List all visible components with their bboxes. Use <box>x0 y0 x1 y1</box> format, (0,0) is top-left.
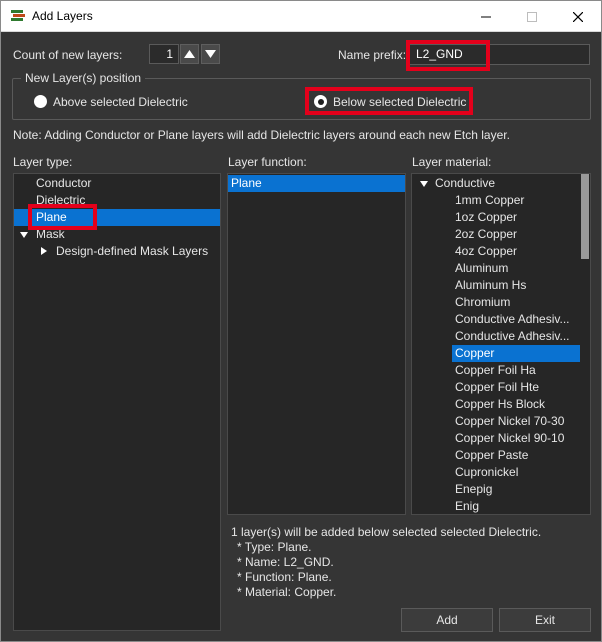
material-item[interactable]: 1oz Copper <box>452 209 580 226</box>
minimize-icon <box>481 16 491 17</box>
arrow-down-icon <box>205 50 216 58</box>
count-decrement-button[interactable] <box>201 44 220 64</box>
summary-line: * Function: Plane. <box>237 570 332 584</box>
material-item[interactable]: Conductive Adhesiv... <box>452 311 580 328</box>
close-icon <box>573 11 583 22</box>
layer-type-tree[interactable]: Conductor Dielectric Plane Mask Design-d… <box>13 173 221 631</box>
close-button[interactable] <box>555 1 601 32</box>
summary-line: * Material: Copper. <box>237 585 337 599</box>
expand-down-icon[interactable] <box>420 181 428 187</box>
note-text: Note: Adding Conductor or Plane layers w… <box>13 128 510 142</box>
material-item[interactable]: Copper Nickel 90-10 <box>452 430 580 447</box>
material-item[interactable]: Copper Paste <box>452 447 580 464</box>
material-item[interactable]: 4oz Copper <box>452 243 580 260</box>
material-item[interactable]: Chromium <box>452 294 580 311</box>
layer-type-conductor[interactable]: Conductor <box>14 175 220 192</box>
add-layers-dialog: Add Layers Count of new layers: 1 Name p… <box>0 0 602 642</box>
material-item[interactable]: Enepig <box>452 481 580 498</box>
summary-line: 1 layer(s) will be added below selected … <box>231 525 542 539</box>
material-item[interactable]: Cupronickel <box>452 464 580 481</box>
material-group-label: Conductive <box>435 176 496 190</box>
name-prefix-label: Name prefix: <box>338 48 407 62</box>
layers-app-icon <box>11 10 25 21</box>
position-group-title: New Layer(s) position <box>21 71 146 85</box>
material-item[interactable]: Aluminum <box>452 260 580 277</box>
material-group-conductive[interactable]: Conductive <box>412 175 580 192</box>
material-item[interactable]: 1mm Copper <box>452 192 580 209</box>
maximize-icon <box>527 11 537 22</box>
material-item[interactable]: Copper Hs Block <box>452 396 580 413</box>
expand-down-icon[interactable] <box>20 232 28 238</box>
design-defined-mask-label: Design-defined Mask Layers <box>56 244 209 258</box>
count-spinbox[interactable]: 1 <box>149 44 179 64</box>
summary-line: * Name: L2_GND. <box>237 555 334 569</box>
above-dielectric-radio[interactable] <box>34 95 47 108</box>
material-item-copper-selected[interactable]: Copper <box>452 345 580 362</box>
layer-function-list[interactable]: Plane <box>227 173 406 515</box>
below-dielectric-highlight <box>305 87 473 115</box>
layer-function-plane[interactable]: Plane <box>228 175 405 192</box>
material-item[interactable]: Conductive Adhesiv... <box>452 328 580 345</box>
above-dielectric-label: Above selected Dielectric <box>53 95 188 109</box>
window-title: Add Layers <box>32 9 93 23</box>
count-increment-button[interactable] <box>180 44 199 64</box>
expand-right-icon[interactable] <box>41 247 47 255</box>
material-item[interactable]: Enig <box>452 498 580 514</box>
material-item[interactable]: Copper Foil Ha <box>452 362 580 379</box>
exit-button[interactable]: Exit <box>499 608 591 632</box>
maximize-button[interactable] <box>509 1 555 32</box>
title-bar: Add Layers <box>1 1 601 32</box>
summary-line: * Type: Plane. <box>237 540 312 554</box>
count-label: Count of new layers: <box>13 48 123 62</box>
material-item[interactable]: Copper Foil Hte <box>452 379 580 396</box>
arrow-up-icon <box>184 50 195 58</box>
layer-material-header: Layer material: <box>412 155 492 169</box>
name-prefix-highlight <box>406 40 490 71</box>
layer-type-design-defined-mask[interactable]: Design-defined Mask Layers <box>14 243 220 260</box>
material-item[interactable]: Copper Nickel 70-30 <box>452 413 580 430</box>
add-button[interactable]: Add <box>401 608 493 632</box>
material-scrollbar-thumb[interactable] <box>581 174 589 259</box>
material-item[interactable]: Aluminum Hs <box>452 277 580 294</box>
layer-type-header: Layer type: <box>13 155 73 169</box>
minimize-button[interactable] <box>463 1 509 32</box>
layer-function-header: Layer function: <box>228 155 307 169</box>
layer-material-tree[interactable]: Conductive 1mm Copper 1oz Copper 2oz Cop… <box>411 173 591 515</box>
plane-highlight <box>28 204 97 230</box>
material-item[interactable]: 2oz Copper <box>452 226 580 243</box>
